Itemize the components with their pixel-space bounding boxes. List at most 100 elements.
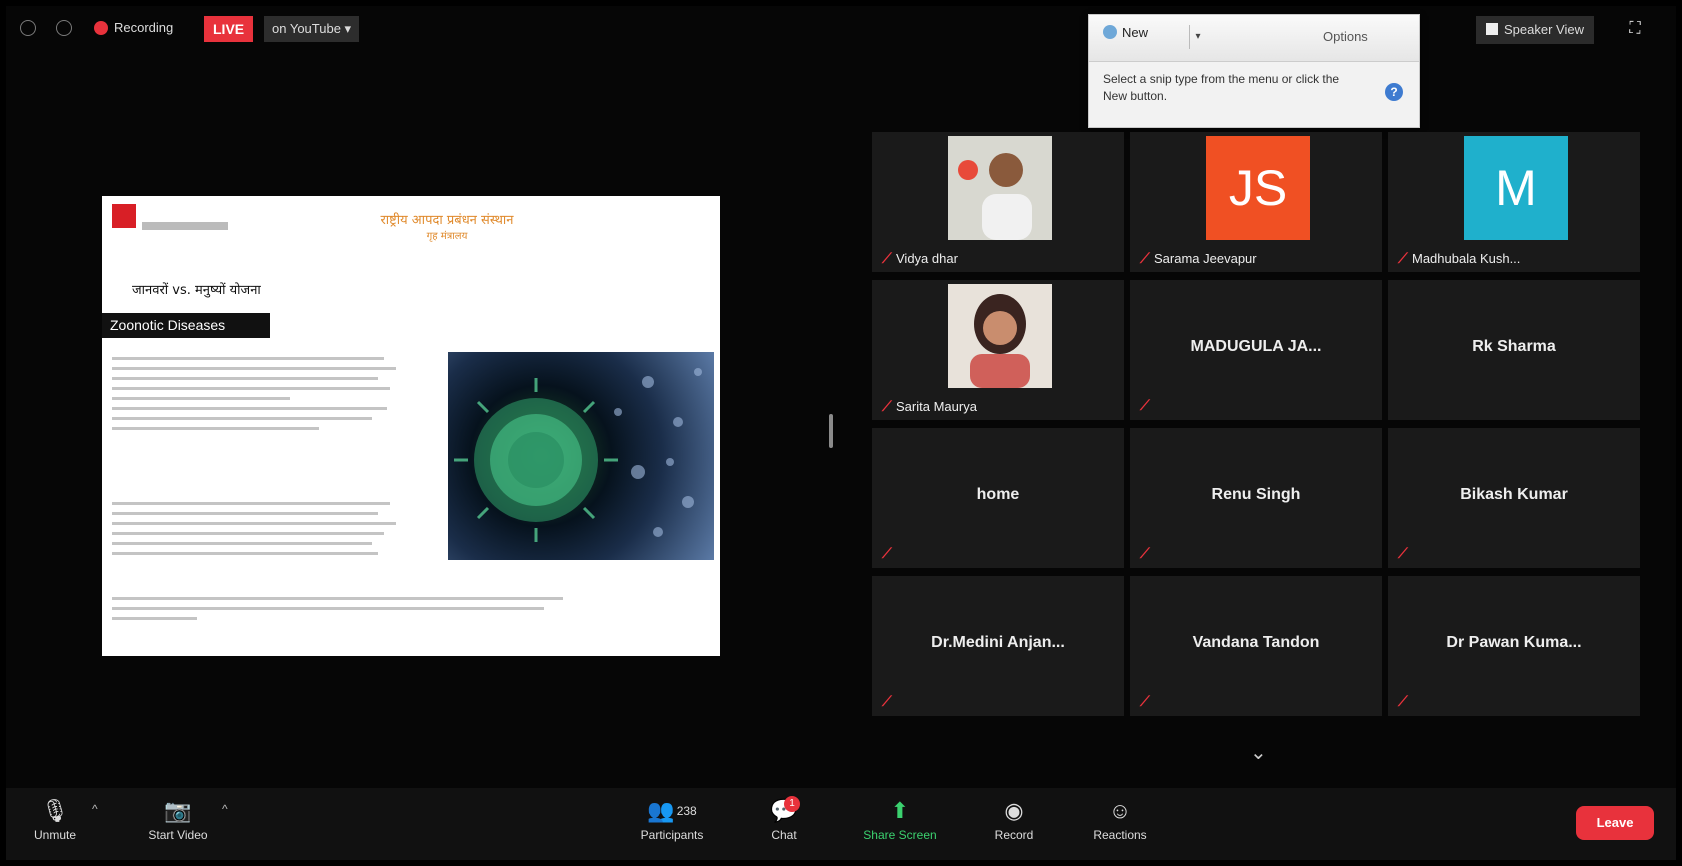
participant-tile[interactable]: Vandana Tandon ⟋: [1130, 576, 1382, 716]
scissors-icon: [1103, 25, 1117, 39]
slide-subtitle: गृह मंत्रालय: [426, 231, 468, 242]
mic-muted-icon: ⟋: [1398, 250, 1408, 266]
participants-count: 238: [676, 804, 697, 818]
view-grid-icon: [1486, 23, 1498, 35]
start-video-label: Start Video: [148, 828, 208, 842]
participant-tile[interactable]: ⟋ Vidya dhar: [872, 132, 1124, 272]
mic-muted-icon: ⟋: [882, 250, 892, 266]
live-badge[interactable]: LIVE: [204, 16, 254, 42]
help-icon[interactable]: ?: [1385, 83, 1403, 101]
stream-destination-button[interactable]: on YouTube ▾: [264, 16, 360, 42]
recording-dot-icon: [94, 21, 108, 35]
snip-options-button[interactable]: Options: [1323, 29, 1368, 44]
unmute-button[interactable]: 🎙 Unmute: [20, 794, 90, 842]
participant-tile[interactable]: M ⟋ Madhubala Kush...: [1388, 132, 1640, 272]
participant-tile[interactable]: MADUGULA JA... ⟋: [1130, 280, 1382, 420]
mic-muted-icon: ⟋: [1398, 545, 1408, 561]
info-icon[interactable]: [20, 20, 36, 36]
participant-label: ⟋ Sarita Maurya: [882, 399, 977, 414]
participant-tile[interactable]: Dr Pawan Kuma... ⟋: [1388, 576, 1640, 716]
chevron-down-icon[interactable]: ⌄: [1250, 740, 1267, 765]
snip-instructions: Select a snip type from the menu or clic…: [1103, 72, 1340, 103]
participants-button[interactable]: 👥 238 Participants: [620, 794, 724, 842]
snip-new-button[interactable]: New: [1103, 25, 1148, 40]
participant-video: [948, 136, 1052, 240]
chat-button[interactable]: 💬 1 Chat: [758, 794, 810, 842]
start-video-button[interactable]: 📷 Start Video: [130, 794, 226, 842]
participant-name: Dr Pawan Kuma...: [1446, 634, 1582, 651]
video-options-caret-icon[interactable]: ^: [222, 802, 228, 816]
snip-new-label: New: [1122, 25, 1149, 40]
chat-unread-badge: 1: [784, 796, 800, 812]
participant-tile[interactable]: Rk Sharma: [1388, 280, 1640, 420]
participants-icon: 👥: [647, 798, 675, 823]
virus-image: [448, 352, 714, 560]
mic-muted-icon: ⟋: [882, 693, 892, 709]
top-bar: Recording LIVE on YouTube ▾ New ▾ Option…: [6, 6, 1676, 128]
institute-logo: [112, 204, 136, 228]
participant-name: Vidya dhar: [896, 251, 958, 266]
slide-heading: जानवरों vs. मनुष्यों योजना: [132, 283, 261, 298]
slide-banner: Zoonotic Diseases: [102, 313, 270, 338]
participant-tile[interactable]: Bikash Kumar ⟋: [1388, 428, 1640, 568]
audio-options-caret-icon[interactable]: ^: [92, 802, 98, 816]
participant-name: MADUGULA JA...: [1190, 338, 1322, 355]
snip-mode-dropdown[interactable]: ▾: [1189, 25, 1206, 49]
participant-tile[interactable]: JS ⟋ Sarama Jeevapur: [1130, 132, 1382, 272]
mic-muted-icon: ⟋: [1140, 397, 1150, 413]
slide-paragraph-1: [112, 351, 408, 437]
chat-icon: 💬: [770, 798, 798, 823]
mic-muted-icon: ⟋: [882, 545, 892, 561]
chat-label: Chat: [771, 828, 797, 842]
participant-label: ⟋ Vidya dhar: [882, 251, 958, 266]
participant-name: Vandana Tandon: [1192, 634, 1320, 651]
record-button[interactable]: ◉ Record: [984, 794, 1044, 842]
meeting-toolbar: 🎙 Unmute ^ 📷 Start Video ^ 👥 238 Particip…: [6, 788, 1676, 860]
shared-slide: राष्ट्रीय आपदा प्रबंधन संस्थान गृह मंत्र…: [102, 196, 720, 656]
reactions-button[interactable]: ☺ Reactions: [1080, 794, 1160, 842]
leave-button[interactable]: Leave: [1576, 806, 1654, 840]
logo-caption: [142, 222, 228, 230]
participant-name: Sarita Maurya: [896, 399, 977, 414]
unmute-label: Unmute: [33, 828, 77, 842]
participant-video: [948, 284, 1052, 388]
participant-name: Renu Singh: [1211, 486, 1301, 503]
participants-label: Participants: [640, 828, 704, 842]
slide-title: राष्ट्रीय आपदा प्रबंधन संस्थान: [380, 213, 514, 228]
video-off-icon: 📷: [164, 798, 192, 823]
participant-tile[interactable]: Dr.Medini Anjan... ⟋: [872, 576, 1124, 716]
snipping-tool-toolbar: New ▾ Options: [1089, 15, 1419, 62]
participant-name: Madhubala Kush...: [1412, 251, 1521, 266]
record-label: Record: [994, 828, 1034, 842]
shield-icon[interactable]: [56, 20, 72, 36]
record-icon: ◉: [1004, 798, 1024, 823]
participant-label: ⟋ Sarama Jeevapur: [1140, 251, 1257, 266]
participant-name: Bikash Kumar: [1460, 486, 1568, 503]
speaker-view-label: Speaker View: [1504, 22, 1584, 37]
participant-name: Rk Sharma: [1472, 338, 1556, 355]
mic-muted-icon: ⟋: [1140, 250, 1150, 266]
speaker-view-button[interactable]: Speaker View: [1476, 16, 1594, 44]
participant-name: Dr.Medini Anjan...: [931, 634, 1065, 651]
slide-paragraph-2: [112, 496, 408, 562]
mic-muted-icon: ⟋: [1140, 693, 1150, 709]
participant-tile[interactable]: Renu Singh ⟋: [1130, 428, 1382, 568]
share-screen-icon: ⬆: [890, 798, 910, 823]
mic-muted-icon: ⟋: [1398, 693, 1408, 709]
reactions-icon: ☺: [1108, 798, 1132, 823]
participant-name: Sarama Jeevapur: [1154, 251, 1257, 266]
slide-paragraph-3: [112, 591, 582, 627]
share-screen-button[interactable]: ⬆ Share Screen: [848, 794, 952, 842]
snipping-tool-window: New ▾ Options Select a snip type from th…: [1088, 14, 1420, 128]
participant-tile[interactable]: home ⟋: [872, 428, 1124, 568]
panel-resize-handle[interactable]: [829, 414, 833, 448]
mic-muted-icon: ⟋: [1140, 545, 1150, 561]
meeting-window: Recording LIVE on YouTube ▾ New ▾ Option…: [6, 6, 1676, 860]
participant-tile[interactable]: ⟋ Sarita Maurya: [872, 280, 1124, 420]
fullscreen-icon[interactable]: ⛶: [1626, 20, 1644, 38]
mic-muted-icon: ⟋: [882, 398, 892, 414]
participant-name: home: [976, 486, 1020, 503]
participant-label: ⟋ Madhubala Kush...: [1398, 251, 1520, 266]
mic-muted-icon: 🎙: [41, 798, 69, 823]
participant-avatar: JS: [1206, 136, 1310, 240]
